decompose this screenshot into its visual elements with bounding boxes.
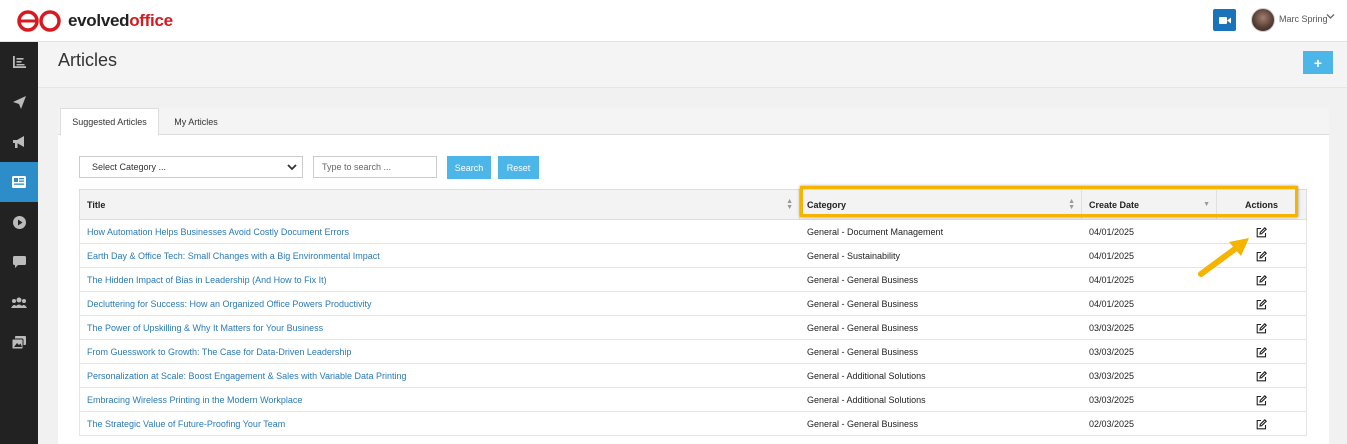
table-row: Embracing Wireless Printing in the Moder… — [79, 388, 1307, 412]
video-camera-icon — [1218, 16, 1231, 24]
edit-button[interactable] — [1217, 316, 1306, 340]
gallery-icon — [12, 335, 26, 349]
article-category: General - General Business — [807, 323, 919, 333]
edit-button[interactable] — [1217, 388, 1306, 412]
page-title: Articles — [58, 50, 118, 70]
table-row: Personalization at Scale: Boost Engageme… — [79, 364, 1307, 388]
sidebar-item-messages[interactable] — [0, 242, 38, 282]
table-row: Decluttering for Success: How an Organiz… — [79, 292, 1307, 316]
reports-icon — [12, 56, 26, 68]
article-title-link[interactable]: From Guesswork to Growth: The Case for D… — [80, 340, 800, 364]
article-create-date: 03/03/2025 — [1089, 347, 1135, 357]
sidebar-item-articles[interactable] — [0, 162, 38, 202]
edit-icon — [1256, 298, 1267, 309]
table-row: The Hidden Impact of Bias in Leadership … — [79, 268, 1307, 292]
article-category: General - Additional Solutions — [807, 395, 926, 405]
megaphone-icon — [12, 136, 24, 148]
articles-icon — [12, 176, 26, 188]
article-category: General - General Business — [807, 419, 919, 429]
articles-panel: Suggested Articles My Articles Select Ca… — [58, 108, 1329, 444]
edit-button[interactable] — [1217, 340, 1306, 364]
article-create-date: 03/03/2025 — [1089, 323, 1135, 333]
table-row: The Power of Upskilling & Why It Matters… — [79, 316, 1307, 340]
column-header-actions: Actions — [1244, 199, 1278, 210]
sidebar — [0, 42, 38, 444]
table-row: How Automation Helps Businesses Avoid Co… — [79, 220, 1307, 244]
sidebar-item-gallery[interactable] — [0, 322, 38, 362]
article-category: General - General Business — [807, 347, 919, 357]
sort-desc-icon: ▼ — [1203, 201, 1210, 208]
sidebar-item-videos[interactable] — [0, 202, 38, 242]
pointer-arrow-icon — [1198, 238, 1249, 277]
chevron-down-icon — [286, 161, 298, 175]
play-icon — [12, 215, 26, 229]
article-title-link[interactable]: Earth Day & Office Tech: Small Changes w… — [80, 244, 800, 268]
articles-table: Title ▲ ▼ Category ▲ ▼ Create Date ▼ Actio… — [79, 189, 1307, 436]
edit-icon — [1256, 370, 1267, 381]
edit-icon — [1256, 226, 1267, 237]
users-icon — [11, 297, 27, 308]
table-row: Earth Day & Office Tech: Small Changes w… — [79, 244, 1307, 268]
column-header-category[interactable]: Category ▲ ▼ — [800, 190, 1082, 219]
article-create-date: 04/01/2025 — [1089, 299, 1135, 309]
sort-icon: ▲ ▼ — [786, 198, 793, 211]
table-row: From Guesswork to Growth: The Case for D… — [79, 340, 1307, 364]
edit-button[interactable] — [1217, 364, 1306, 388]
category-select-value: Select Category ... — [92, 162, 167, 172]
article-title-link[interactable]: The Strategic Value of Future-Proofing Y… — [80, 412, 800, 436]
tab-bar: Suggested Articles My Articles — [58, 108, 1329, 136]
edit-button[interactable] — [1217, 292, 1306, 316]
video-button[interactable] — [1213, 9, 1236, 31]
table-header: Title ▲ ▼ Category ▲ ▼ Create Date ▼ Actio… — [79, 189, 1307, 220]
article-create-date: 03/03/2025 — [1089, 371, 1135, 381]
add-article-button[interactable]: + — [1303, 51, 1333, 74]
edit-icon — [1256, 394, 1267, 405]
article-create-date: 03/03/2025 — [1089, 395, 1135, 405]
search-button[interactable]: Search — [447, 156, 491, 179]
edit-icon — [1256, 346, 1267, 357]
evolvedoffice-logo[interactable]: evolvedoffice — [16, 6, 173, 36]
logo-mark-icon — [17, 10, 61, 32]
article-category: General - Document Management — [807, 227, 944, 237]
article-category: General - Sustainability — [807, 251, 901, 261]
article-title-link[interactable]: Decluttering for Success: How an Organiz… — [80, 292, 800, 316]
sidebar-item-campaigns[interactable] — [0, 122, 38, 162]
column-header-title[interactable]: Title ▲ ▼ — [80, 190, 800, 219]
chat-icon — [12, 256, 26, 268]
top-bar: evolvedoffice Marc Spring — [0, 0, 1347, 42]
chevron-down-icon[interactable] — [1326, 12, 1335, 22]
article-create-date: 02/03/2025 — [1089, 419, 1135, 429]
page-header: Articles + — [38, 42, 1347, 88]
logo-text: evolvedoffice — [68, 11, 173, 30]
edit-icon — [1256, 322, 1267, 333]
edit-icon — [1256, 418, 1267, 429]
category-select[interactable]: Select Category ... — [79, 156, 303, 178]
article-category: General - Additional Solutions — [807, 371, 926, 381]
reset-button[interactable]: Reset — [498, 156, 539, 179]
sidebar-item-reports[interactable] — [0, 42, 38, 82]
article-category: General - General Business — [807, 299, 919, 309]
table-row: The Strategic Value of Future-Proofing Y… — [79, 412, 1307, 436]
table-body: How Automation Helps Businesses Avoid Co… — [79, 220, 1307, 436]
user-name[interactable]: Marc Spring — [1279, 14, 1328, 24]
article-title-link[interactable]: How Automation Helps Businesses Avoid Co… — [80, 220, 800, 244]
tab-suggested-articles[interactable]: Suggested Articles — [60, 108, 159, 136]
send-icon — [12, 95, 26, 109]
search-input[interactable] — [313, 156, 437, 178]
column-header-create-date[interactable]: Create Date ▼ — [1082, 190, 1217, 219]
tab-my-articles[interactable]: My Articles — [161, 108, 231, 136]
edit-icon — [1256, 274, 1267, 285]
sidebar-item-send[interactable] — [0, 82, 38, 122]
article-title-link[interactable]: The Power of Upskilling & Why It Matters… — [80, 316, 800, 340]
edit-icon — [1256, 250, 1267, 261]
sidebar-item-users[interactable] — [0, 282, 38, 322]
article-title-link[interactable]: The Hidden Impact of Bias in Leadership … — [80, 268, 800, 292]
article-title-link[interactable]: Embracing Wireless Printing in the Moder… — [80, 388, 800, 412]
article-category: General - General Business — [807, 275, 919, 285]
edit-button[interactable] — [1217, 412, 1306, 436]
sort-icon: ▲ ▼ — [1068, 198, 1075, 211]
article-title-link[interactable]: Personalization at Scale: Boost Engageme… — [80, 364, 800, 388]
user-avatar[interactable] — [1251, 8, 1275, 32]
